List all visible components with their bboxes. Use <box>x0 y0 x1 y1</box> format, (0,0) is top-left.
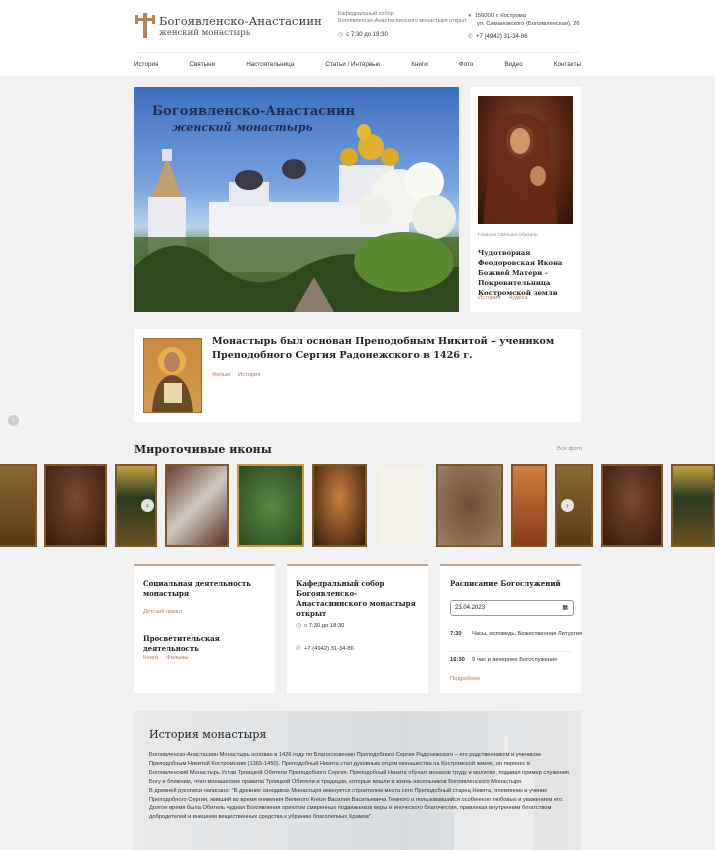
header-divider <box>134 52 581 53</box>
history-paragraph-2: В древней рукописи написано: "В древних … <box>149 787 564 821</box>
shrine-caption: Главная Святыня Обители <box>478 233 538 238</box>
calendar-icon[interactable]: ▦ <box>562 601 568 615</box>
carousel-next-icon[interactable]: › <box>561 499 574 512</box>
social-card: Социальная деятельность монастыря Детски… <box>134 564 275 693</box>
scroll-up-icon[interactable]: ‹ <box>8 415 19 426</box>
logo-title[interactable]: Богоявленско-Анастасиин <box>159 14 322 28</box>
shrine-tags: История Чудеса <box>478 295 536 301</box>
phone-text[interactable]: +7 (4942) 31-34-86 <box>476 34 528 40</box>
founder-tags: Фильм История <box>212 372 269 378</box>
nav-item-abbess[interactable]: Настоятельница <box>246 61 294 68</box>
cathedral-hours-text: с 7:30 до 18:30 <box>304 623 345 629</box>
schedule-card: Расписание Богослужений 23.04.2023 ▦ 7:30… <box>440 564 582 693</box>
main-nav: История Святыни Настоятельница Статьи / … <box>134 56 581 72</box>
icon-tile[interactable] <box>601 464 663 547</box>
schedule-more-link[interactable]: Подробнее <box>450 676 488 682</box>
icon-tile[interactable] <box>237 464 304 547</box>
hero-title-line-2: женский монастырь <box>172 121 313 134</box>
history-section: История монастыря Богоявленско-Анастасии… <box>134 711 581 850</box>
icon-tile[interactable] <box>0 464 37 547</box>
logo-subtitle[interactable]: женский монастырь <box>159 28 250 38</box>
cross-logo-icon[interactable] <box>134 13 156 38</box>
phone-icon: ✆ <box>296 646 302 652</box>
hours-text: с 7:30 до 18:30 <box>346 32 388 38</box>
orphanage-link[interactable]: Детский приют <box>143 609 183 615</box>
books-link[interactable]: Книги <box>143 655 158 661</box>
shrine-title[interactable]: Чудотворная Феодоровская Икона Божией Ма… <box>478 248 576 298</box>
icon-tile[interactable] <box>44 464 107 547</box>
nav-item-video[interactable]: Видео <box>504 61 522 68</box>
icon-tile[interactable] <box>511 464 547 547</box>
location-pin-icon: ● <box>468 13 472 19</box>
schedule-time: 16:30 <box>450 657 465 663</box>
founder-title[interactable]: Монастырь был основан Преподобным Никито… <box>212 335 572 363</box>
cathedral-phone-text[interactable]: +7 (4942) 31-34-86 <box>304 646 354 652</box>
icon-tile[interactable] <box>436 464 503 547</box>
nav-item-shrines[interactable]: Святыни <box>189 61 215 68</box>
cathedral-card: Кафедральный собор Богоявленско-Анастаси… <box>287 564 428 693</box>
icon-tile[interactable] <box>671 464 715 547</box>
header-hours: ◷ с 7:30 до 18:30 <box>338 31 388 38</box>
icons-carousel <box>0 464 715 548</box>
cathedral-line-1: Кафедральный собор <box>338 11 394 17</box>
history-paragraph-1: Богоявленско-Анастасиин Монастырь основа… <box>149 752 569 785</box>
social-title[interactable]: Социальная деятельность монастыря <box>143 579 268 599</box>
schedule-desc: Часы, исповедь, Божественная Литургия <box>472 631 583 637</box>
schedule-desc: 9 час и вечернее Богослужение <box>472 657 558 663</box>
icon-tile[interactable] <box>376 464 428 547</box>
hero-title-line-1: Богоявленско-Анастасиин <box>152 104 356 119</box>
education-links: Книги Фильмы <box>143 655 196 661</box>
main-shrine-card: Главная Святыня Обители Чудотворная Феод… <box>470 87 581 312</box>
saint-painting <box>152 347 193 412</box>
site-header: Богоявленско-Анастасиин женский монастыр… <box>0 0 715 76</box>
clock-icon: ◷ <box>338 32 344 38</box>
nav-item-books[interactable]: Книги <box>411 61 427 68</box>
founder-card: Монастырь был основан Преподобным Никито… <box>134 329 581 422</box>
history-title: История монастыря <box>149 728 267 741</box>
cathedral-hours: ◷ с 7:30 до 18:30 <box>296 622 344 629</box>
education-title[interactable]: Просветительская деятельность <box>143 634 273 654</box>
header-address: ● 156000 г. Кострома ул. Симановского (Бо… <box>468 12 580 28</box>
header-phone[interactable]: ✆ +7 (4942) 31-34-86 <box>468 33 528 40</box>
tag-miracles[interactable]: Чудеса <box>508 295 527 301</box>
schedule-divider <box>450 651 572 652</box>
schedule-title: Расписание Богослужений <box>450 579 561 588</box>
nav-item-articles[interactable]: Статьи / Интервью <box>325 61 380 68</box>
cathedral-notice: Кафедральный собор Богоявленско-Анастаси… <box>338 11 467 25</box>
schedule-time: 7:30 <box>450 631 462 637</box>
icon-tile[interactable] <box>312 464 367 547</box>
nav-item-history[interactable]: История <box>134 61 158 68</box>
address-line-2: ул. Симановского (Богоявленская), 26 <box>477 21 580 27</box>
cathedral-phone[interactable]: ✆ +7 (4942) 31-34-86 <box>296 645 354 652</box>
tag-film[interactable]: Фильм <box>212 372 230 378</box>
cathedral-line-2: Богоявленско-Анастасиинского монастыря о… <box>338 18 467 24</box>
all-photos-link[interactable]: Все фото <box>557 446 582 452</box>
icons-section-title: Мироточивые иконы <box>134 443 272 456</box>
tag-history[interactable]: История <box>238 372 260 378</box>
films-link[interactable]: Фильмы <box>166 655 188 661</box>
cathedral-title: Кафедральный собор Богоявленско-Анастаси… <box>296 579 416 618</box>
nav-item-contacts[interactable]: Контакты <box>554 61 581 68</box>
address-line-1: 156000 г. Кострома <box>474 13 527 19</box>
hero-banner[interactable]: Богоявленско-Анастасиин женский монастыр… <box>134 87 459 312</box>
schedule-date-input[interactable]: 23.04.2023 ▦ <box>450 600 574 616</box>
date-value: 23.04.2023 <box>455 605 486 611</box>
icon-painting <box>483 113 558 224</box>
phone-icon: ✆ <box>468 34 474 40</box>
feodorovskaya-icon-image[interactable] <box>478 96 573 224</box>
more-link-text[interactable]: Подробнее <box>450 676 480 682</box>
icon-tile[interactable] <box>165 464 229 547</box>
carousel-prev-icon[interactable]: ‹ <box>141 499 154 512</box>
social-links: Детский приют <box>143 609 191 615</box>
saint-nikita-icon-image[interactable] <box>143 338 202 413</box>
tag-history[interactable]: История <box>478 295 500 301</box>
clock-icon: ◷ <box>296 623 302 629</box>
nav-item-photo[interactable]: Фото <box>459 61 473 68</box>
history-text: Богоявленско-Анастасиин Монастырь основа… <box>149 751 569 822</box>
